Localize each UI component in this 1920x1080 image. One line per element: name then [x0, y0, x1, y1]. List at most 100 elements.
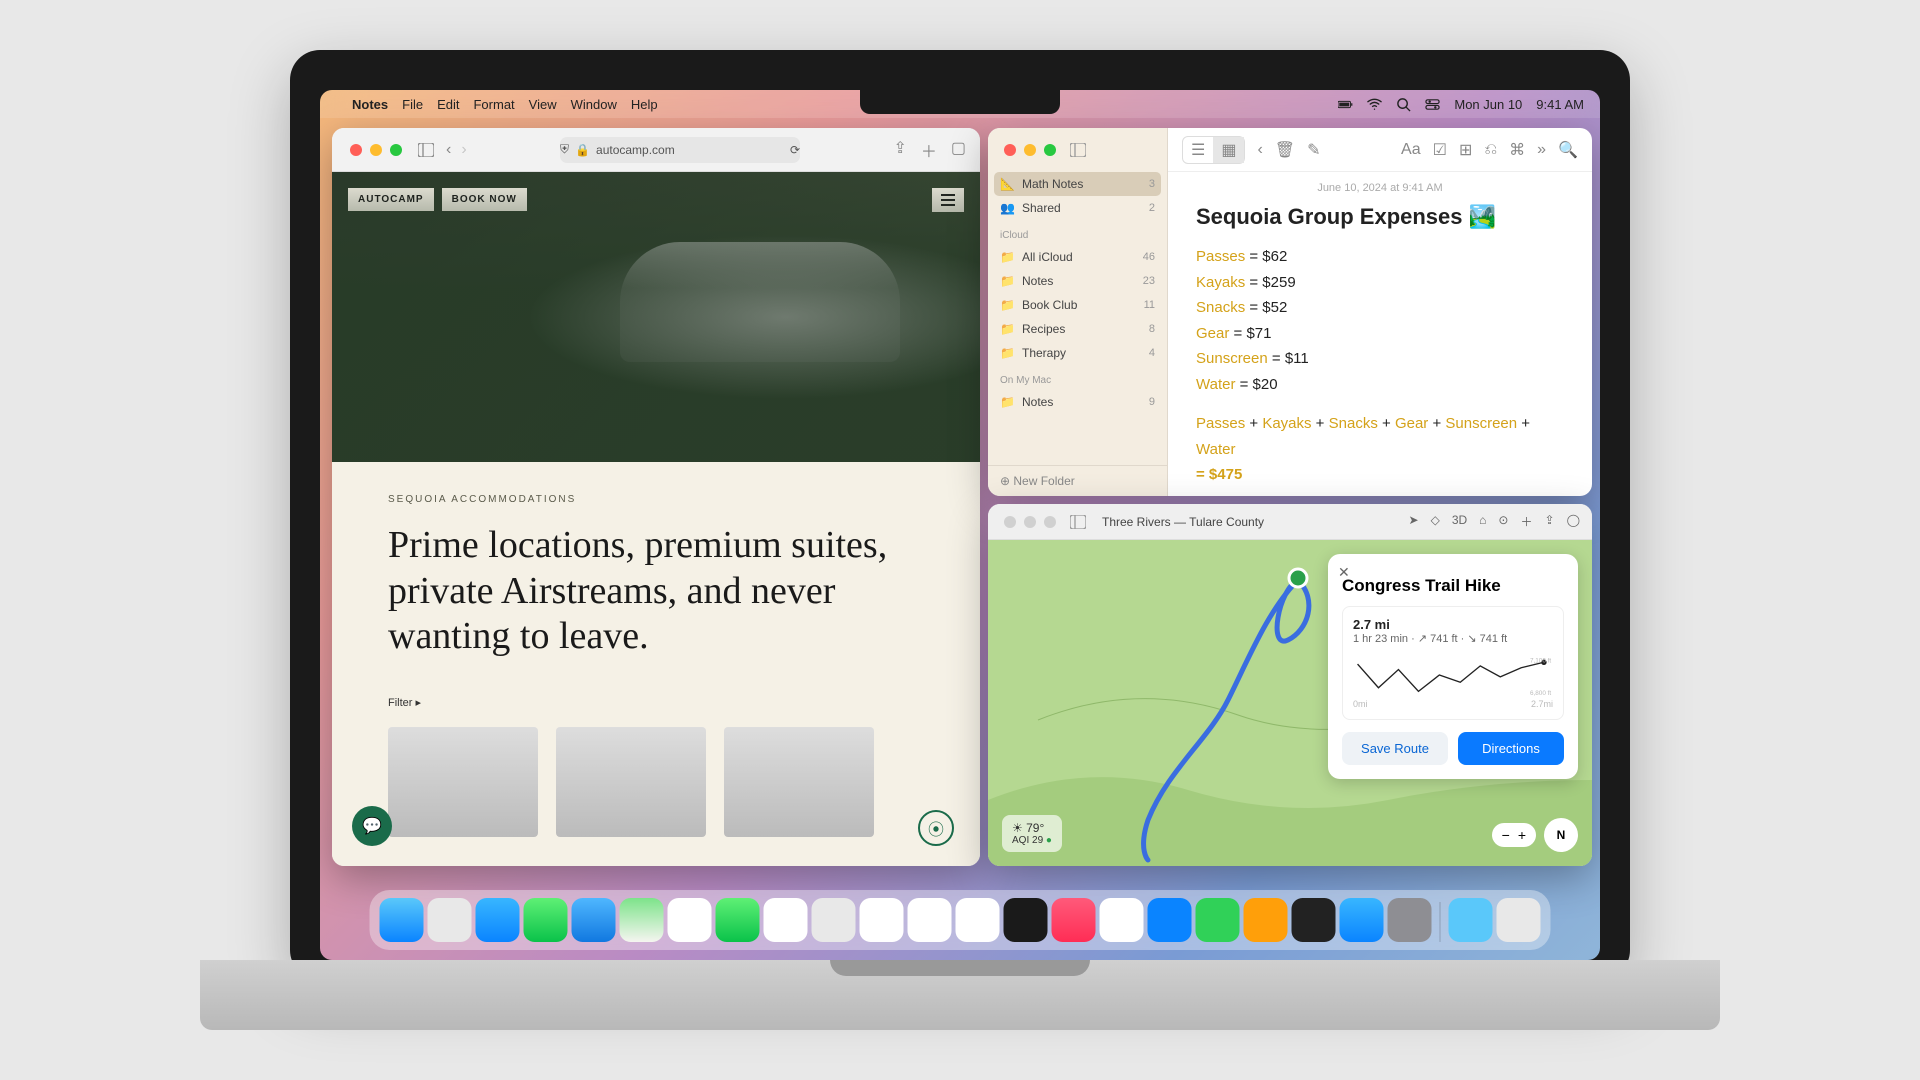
dock-app-contacts[interactable]: [812, 898, 856, 942]
3d-icon[interactable]: 3D: [1452, 513, 1467, 530]
menubar-file[interactable]: File: [402, 97, 423, 112]
dock-app-tv[interactable]: [1004, 898, 1048, 942]
reload-icon[interactable]: ⟳: [790, 143, 800, 157]
dock-app-freeform[interactable]: [956, 898, 1000, 942]
tabs-icon[interactable]: ▢: [951, 138, 966, 162]
weather-badge[interactable]: ☀ 79° AQI 29 ●: [1002, 815, 1062, 852]
menubar-app-name[interactable]: Notes: [352, 97, 388, 112]
route-distance: 2.7 mi: [1353, 617, 1553, 632]
add-icon[interactable]: ＋: [1520, 513, 1532, 530]
site-logo[interactable]: AUTOCAMP: [348, 188, 434, 211]
elevation-panel: 2.7 mi 1 hr 23 min · ↗ 741 ft · ↘ 741 ft…: [1342, 606, 1564, 720]
dock-app-settings[interactable]: [1388, 898, 1432, 942]
menubar-help[interactable]: Help: [631, 97, 658, 112]
dock-app-downloads[interactable]: [1449, 898, 1493, 942]
save-route-button[interactable]: Save Route: [1342, 732, 1448, 765]
trash-icon[interactable]: 🗑: [1275, 140, 1295, 160]
map-mode-icon[interactable]: ⊙: [1498, 513, 1508, 530]
search-icon[interactable]: 🔍: [1558, 140, 1578, 160]
sidebar-folder[interactable]: 📁Notes9: [988, 390, 1167, 414]
menubar-view[interactable]: View: [529, 97, 557, 112]
listing-card[interactable]: [388, 727, 538, 837]
share-icon[interactable]: ⇪: [1545, 513, 1555, 530]
compose-icon[interactable]: ✎: [1307, 140, 1320, 160]
compass-icon[interactable]: N: [1544, 818, 1578, 852]
zoom-in-icon: +: [1518, 827, 1526, 843]
dock-app-finder[interactable]: [380, 898, 424, 942]
chat-button[interactable]: 💬: [352, 806, 392, 846]
sidebar-folder[interactable]: 📐Math Notes3: [994, 172, 1161, 196]
sidebar-toggle-icon[interactable]: [1070, 515, 1086, 529]
listing-card[interactable]: [556, 727, 706, 837]
dock-app-news[interactable]: [1100, 898, 1144, 942]
dock-app-photos[interactable]: [668, 898, 712, 942]
dock-app-calendar[interactable]: [764, 898, 808, 942]
dock-app-facetime[interactable]: [716, 898, 760, 942]
dock-app-safari[interactable]: [476, 898, 520, 942]
new-tab-icon[interactable]: ＋: [921, 138, 937, 162]
lookaround-icon[interactable]: ⌂: [1479, 513, 1486, 530]
dock-app-reminders[interactable]: [860, 898, 904, 942]
hamburger-menu-icon[interactable]: [932, 188, 964, 212]
route-icon[interactable]: ◇: [1431, 513, 1440, 530]
display-notch: [860, 90, 1060, 114]
menubar-date[interactable]: Mon Jun 10: [1454, 97, 1522, 112]
share-icon[interactable]: ⇪: [893, 138, 906, 162]
zoom-control[interactable]: −+: [1492, 823, 1536, 847]
dock-app-keynote[interactable]: [1148, 898, 1192, 942]
back-icon[interactable]: ‹: [1257, 141, 1262, 159]
book-now-button[interactable]: BOOK NOW: [442, 188, 527, 211]
note-editor[interactable]: June 10, 2024 at 9:41 AM Sequoia Group E…: [1168, 172, 1592, 496]
dock-app-mail[interactable]: [572, 898, 616, 942]
sidebar-toggle-icon[interactable]: [1070, 143, 1086, 157]
menubar-time[interactable]: 9:41 AM: [1536, 97, 1584, 112]
notes-window: 📐Math Notes3👥Shared2iCloud📁All iCloud46📁…: [988, 128, 1592, 496]
dock-app-notes[interactable]: [908, 898, 952, 942]
window-controls[interactable]: [346, 144, 406, 156]
spotlight-icon[interactable]: [1396, 97, 1411, 112]
dock-app-pages[interactable]: [1244, 898, 1288, 942]
view-mode-segment[interactable]: ☰▦: [1182, 136, 1245, 164]
close-icon[interactable]: ✕: [1338, 564, 1350, 581]
filter-toggle[interactable]: Filter ▸: [388, 696, 924, 709]
sidebar-folder[interactable]: 📁Therapy4: [988, 341, 1167, 365]
dock-app-messages[interactable]: [524, 898, 568, 942]
control-center-icon[interactable]: [1425, 97, 1440, 112]
table-icon[interactable]: ⊞: [1459, 140, 1472, 160]
sidebar-folder[interactable]: 📁Recipes8: [988, 317, 1167, 341]
new-folder-button[interactable]: ⊕ New Folder: [988, 465, 1167, 496]
menubar-format[interactable]: Format: [473, 97, 514, 112]
address-bar[interactable]: ⛨ 🔒 autocamp.com ⟳: [560, 137, 800, 163]
menubar-edit[interactable]: Edit: [437, 97, 459, 112]
battery-icon[interactable]: [1338, 97, 1353, 112]
dock-app-music[interactable]: [1052, 898, 1096, 942]
dock-app-iphone-mirror[interactable]: [1292, 898, 1336, 942]
sidebar-folder[interactable]: 📁Notes23: [988, 269, 1167, 293]
back-icon[interactable]: ‹: [446, 141, 451, 159]
media-icon[interactable]: ⎌: [1484, 141, 1497, 159]
window-controls[interactable]: [1000, 516, 1060, 528]
sidebar-folder[interactable]: 👥Shared2: [988, 196, 1167, 220]
more-icon[interactable]: »: [1537, 141, 1546, 159]
dock-app-launchpad[interactable]: [428, 898, 472, 942]
window-controls[interactable]: [1000, 144, 1060, 156]
link-icon[interactable]: ⌘: [1509, 140, 1525, 160]
wifi-icon[interactable]: [1367, 97, 1382, 112]
dock-app-numbers[interactable]: [1196, 898, 1240, 942]
menubar-window[interactable]: Window: [571, 97, 617, 112]
format-icon[interactable]: Aa: [1401, 141, 1421, 159]
checklist-icon[interactable]: ☑: [1433, 140, 1447, 160]
dock-app-maps[interactable]: [620, 898, 664, 942]
map-canvas[interactable]: ✕ Congress Trail Hike 2.7 mi 1 hr 23 min…: [988, 540, 1592, 866]
accessibility-icon[interactable]: ⦿: [918, 810, 954, 846]
dock-app-trash[interactable]: [1497, 898, 1541, 942]
listing-card[interactable]: [724, 727, 874, 837]
forward-icon[interactable]: ›: [461, 141, 466, 159]
dock-app-appstore[interactable]: [1340, 898, 1384, 942]
sidebar-folder[interactable]: 📁Book Club11: [988, 293, 1167, 317]
account-icon[interactable]: ◯: [1567, 513, 1580, 530]
sidebar-folder[interactable]: 📁All iCloud46: [988, 245, 1167, 269]
directions-button[interactable]: Directions: [1458, 732, 1564, 765]
sidebar-toggle-icon[interactable]: [418, 143, 434, 157]
location-icon[interactable]: ➤: [1409, 513, 1419, 530]
